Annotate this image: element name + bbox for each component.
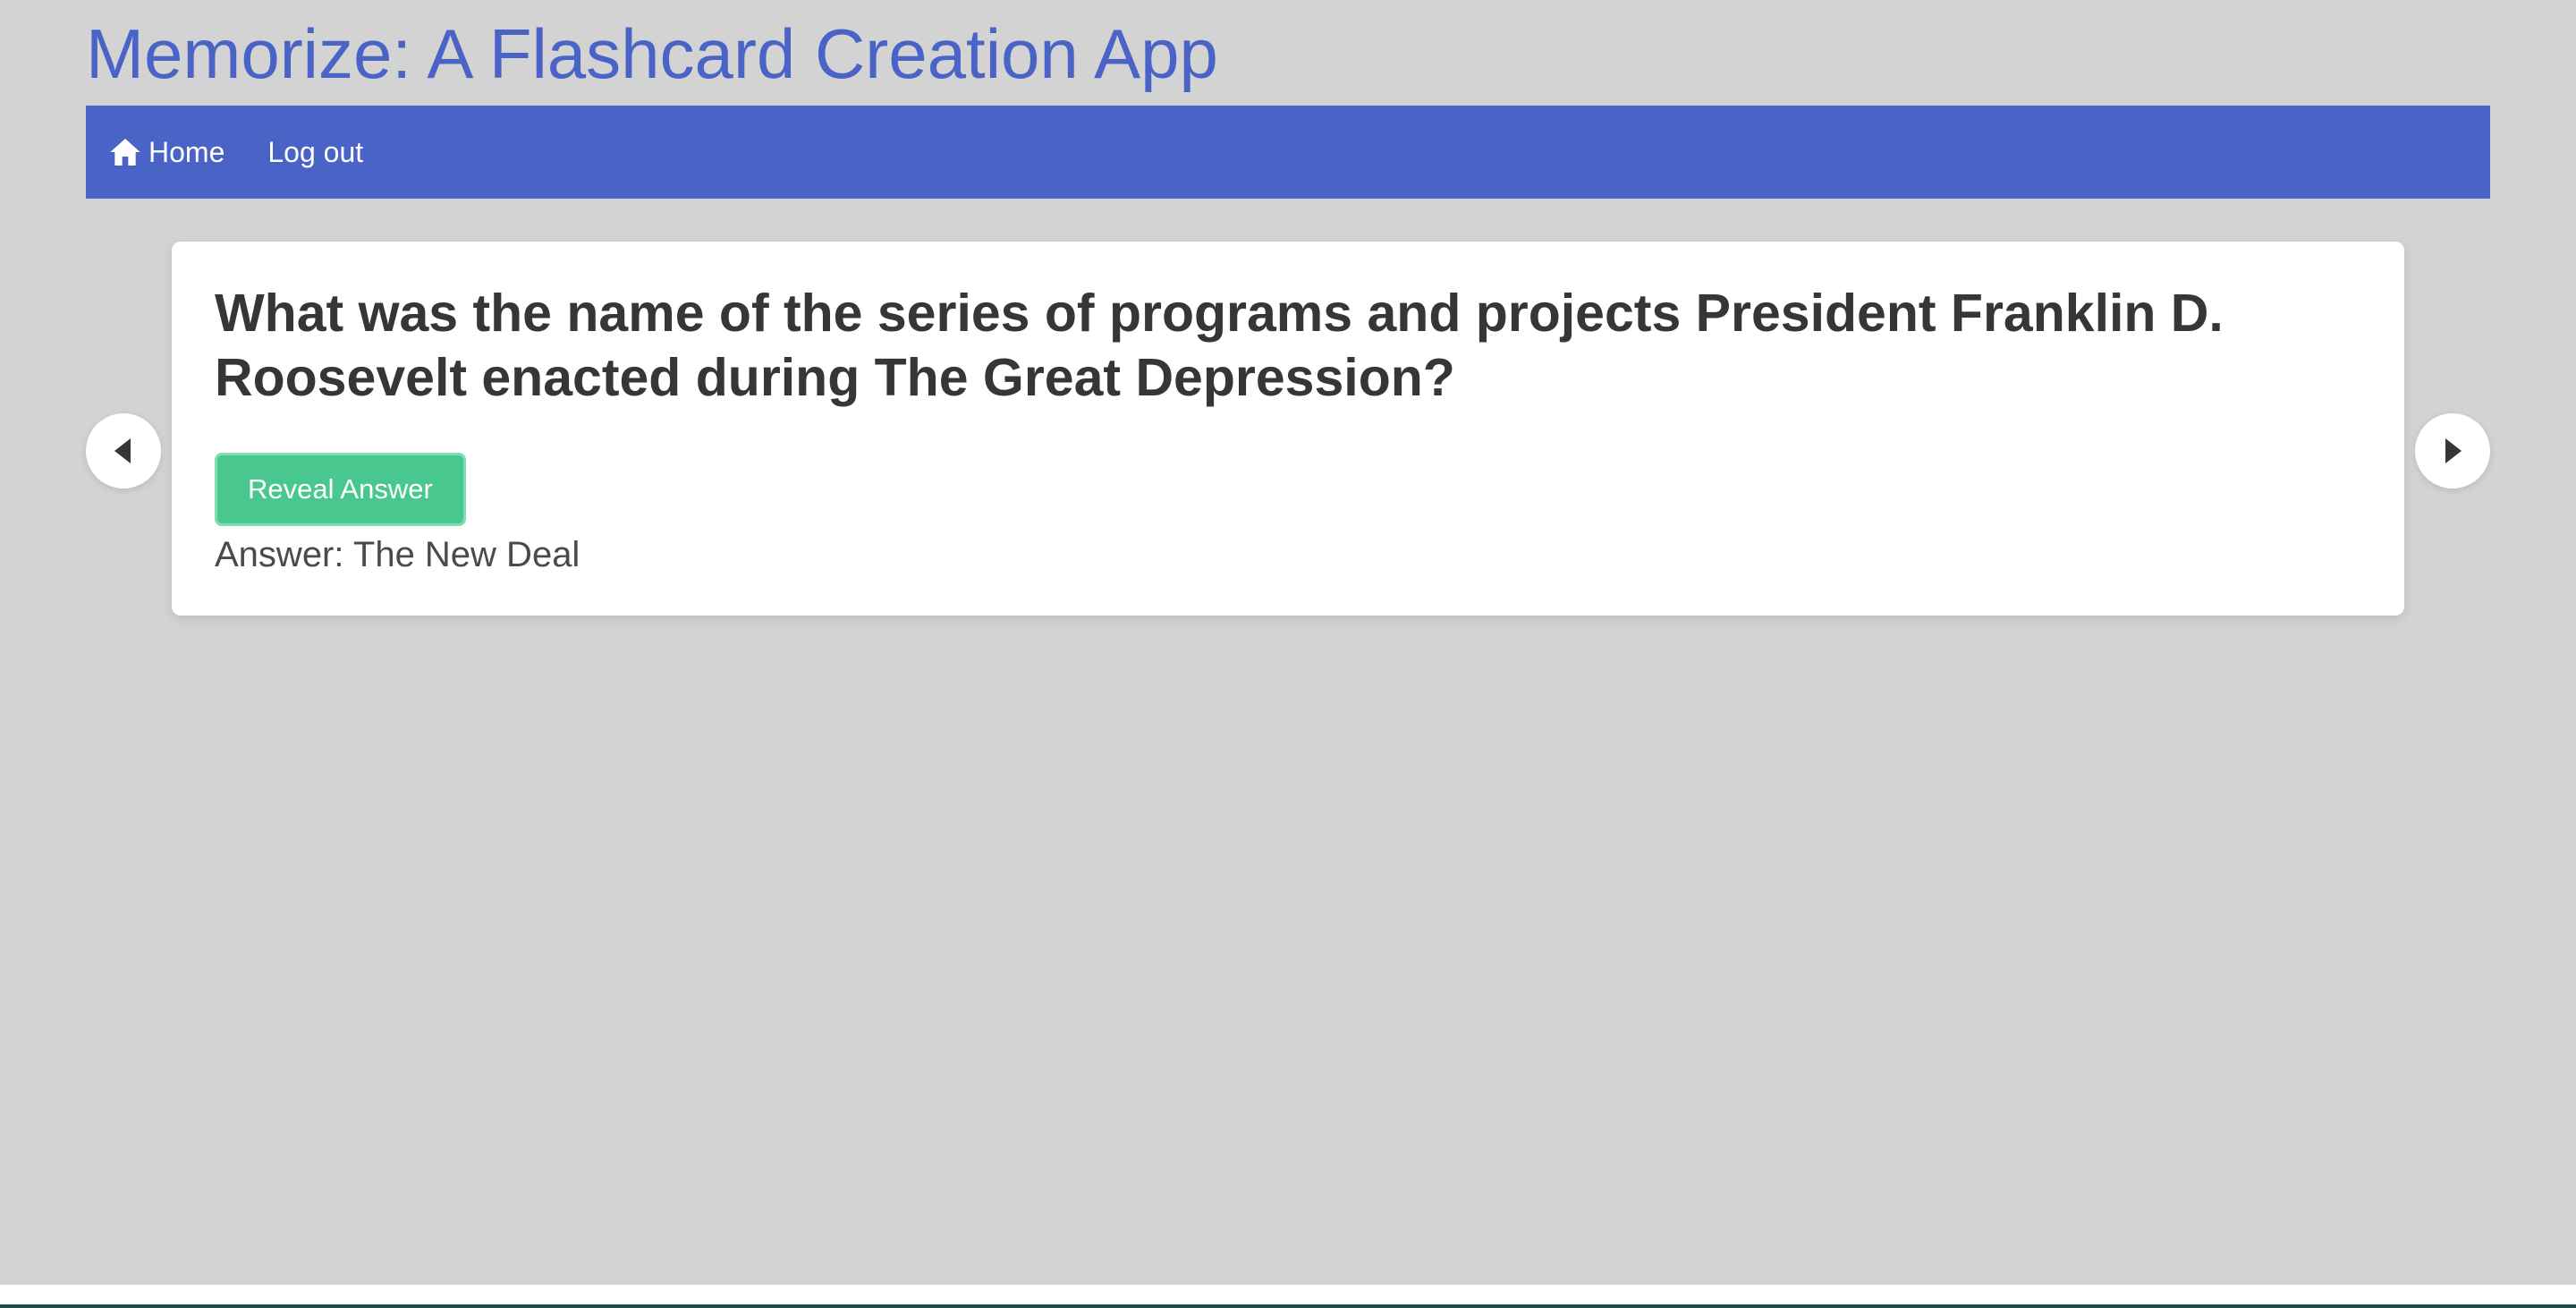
card-question: What was the name of the series of progr… (215, 284, 2224, 407)
flashcard: What was the name of the series of progr… (172, 242, 2404, 616)
navbar: Home Log out (86, 106, 2490, 199)
caret-right-icon (2445, 438, 2462, 463)
nav-home-link[interactable]: Home (107, 134, 225, 170)
next-card-button[interactable] (2415, 413, 2490, 488)
nav-home-label: Home (148, 135, 225, 168)
card-answer: Answer: The New Deal (215, 535, 580, 574)
previous-card-button[interactable] (86, 413, 161, 488)
nav-logout-link[interactable]: Log out (267, 136, 363, 169)
bottom-edge (0, 1285, 2576, 1308)
home-icon (107, 134, 143, 170)
reveal-answer-button[interactable]: Reveal Answer (215, 453, 466, 526)
app-title: Memorize: A Flashcard Creation App (86, 14, 1218, 93)
caret-left-icon (114, 438, 131, 463)
